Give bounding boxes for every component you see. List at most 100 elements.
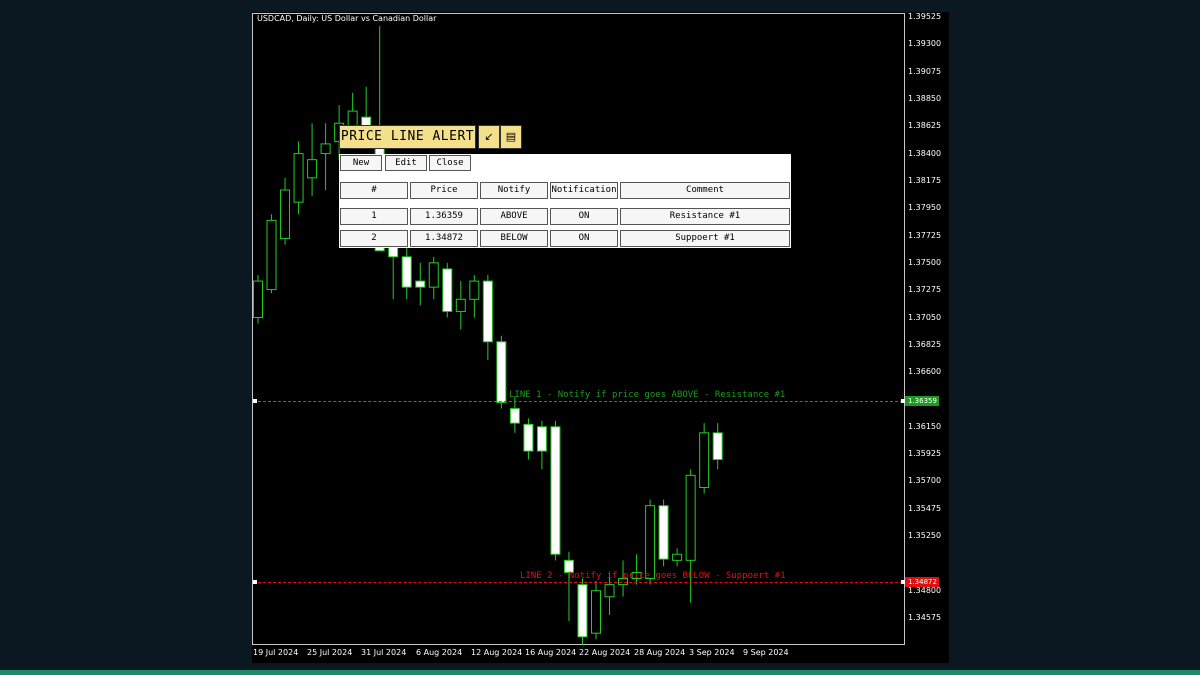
- header-number: #: [340, 182, 408, 199]
- candle: [536, 420, 547, 470]
- candle: [523, 418, 534, 460]
- alert-line-2-left-handle[interactable]: [253, 580, 257, 584]
- date-tick: 22 Aug 2024: [579, 648, 631, 657]
- alert-line-1-label: LINE 1 - Notify if price goes ABOVE - Re…: [509, 390, 786, 400]
- row-1-price[interactable]: 1.36359: [410, 208, 478, 225]
- date-tick: 9 Sep 2024: [743, 648, 789, 657]
- row-2-comment[interactable]: Suppoert #1: [620, 230, 790, 247]
- date-tick: 28 Aug 2024: [634, 648, 686, 657]
- close-button[interactable]: Close: [429, 155, 471, 171]
- candle: [550, 420, 561, 561]
- bull-candle-body: [604, 584, 615, 598]
- price-tick: 1.39075: [908, 66, 942, 76]
- minimize-icon[interactable]: ↙: [478, 125, 500, 149]
- price-tick: 1.37050: [908, 312, 942, 322]
- bull-candle-body: [428, 262, 439, 288]
- panel-title[interactable]: PRICE LINE ALERT: [339, 125, 476, 149]
- alert-line-1-price-tag: 1.36359: [905, 396, 939, 406]
- bear-candle-body: [482, 280, 493, 343]
- price-tick: 1.37500: [908, 257, 942, 267]
- row-2-notification[interactable]: ON: [550, 230, 618, 247]
- alert-line-2[interactable]: [253, 582, 903, 583]
- price-tick: 1.38175: [908, 175, 942, 185]
- bull-candle-body: [699, 432, 710, 488]
- date-tick: 25 Jul 2024: [307, 648, 353, 657]
- candle: [712, 423, 723, 470]
- row-1-notification[interactable]: ON: [550, 208, 618, 225]
- alert-line-2-label: LINE 2 - Notify if price goes BELOW - Su…: [520, 571, 786, 581]
- candle: [293, 141, 304, 215]
- candle: [280, 177, 291, 245]
- candle: [442, 262, 453, 318]
- header-price: Price: [410, 182, 478, 199]
- date-tick: 31 Jul 2024: [361, 648, 407, 657]
- candle: [563, 551, 574, 622]
- candle: [699, 423, 710, 494]
- candle: [672, 548, 683, 567]
- bear-candle-body: [577, 584, 588, 638]
- bull-candle-body: [293, 153, 304, 203]
- candle: [415, 262, 426, 306]
- price-tick: 1.35250: [908, 531, 942, 541]
- bull-candle-body: [685, 474, 696, 561]
- price-tick: 1.38850: [908, 93, 942, 103]
- bull-candle-body: [469, 280, 480, 300]
- candle: [482, 275, 493, 360]
- bear-candle-body: [496, 341, 507, 403]
- price-tick: 1.39525: [908, 12, 942, 21]
- edit-button[interactable]: Edit: [385, 155, 427, 171]
- date-tick: 19 Jul 2024: [253, 648, 299, 657]
- bear-candle-body: [550, 426, 561, 555]
- window-icon[interactable]: ▤: [500, 125, 522, 149]
- bull-candle-body: [307, 159, 318, 179]
- new-button[interactable]: New: [340, 155, 382, 171]
- candle: [577, 578, 588, 646]
- candle: [591, 580, 601, 640]
- alert-line-2-right-handle[interactable]: [901, 580, 905, 584]
- price-tick: 1.36825: [908, 339, 942, 349]
- price-tick: 1.35700: [908, 476, 942, 486]
- price-tick: 1.39300: [908, 39, 942, 49]
- bull-candle-body: [591, 590, 601, 634]
- row-2-number[interactable]: 2: [340, 230, 408, 247]
- candle: [496, 335, 507, 409]
- date-tick: 16 Aug 2024: [525, 648, 577, 657]
- bear-candle-body: [415, 280, 426, 288]
- price-tick: 1.37950: [908, 203, 942, 213]
- row-2-price[interactable]: 1.34872: [410, 230, 478, 247]
- alert-line-1-right-handle[interactable]: [901, 399, 905, 403]
- bottom-accent-bar: [0, 670, 1200, 675]
- alert-line-2-price-tag: 1.34872: [905, 577, 939, 587]
- date-tick: 6 Aug 2024: [416, 648, 463, 657]
- header-notification: Notification: [550, 182, 618, 199]
- price-tick: 1.38400: [908, 148, 942, 158]
- row-1-comment[interactable]: Resistance #1: [620, 208, 790, 225]
- bear-candle-body: [442, 268, 453, 312]
- header-comment: Comment: [620, 182, 790, 199]
- row-1-notify[interactable]: ABOVE: [480, 208, 548, 225]
- price-tick: 1.37275: [908, 285, 942, 295]
- candle: [658, 499, 669, 567]
- candle: [266, 214, 277, 294]
- row-1-number[interactable]: 1: [340, 208, 408, 225]
- price-tick: 1.36600: [908, 367, 942, 377]
- candle: [307, 123, 318, 197]
- date-tick: 3 Sep 2024: [689, 648, 735, 657]
- bull-candle-body: [645, 505, 656, 580]
- candle: [320, 123, 331, 191]
- candle: [428, 256, 439, 300]
- alert-line-1-left-handle[interactable]: [253, 399, 257, 403]
- bear-candle-body: [523, 423, 534, 452]
- chart-title: USDCAD, Daily: US Dollar vs Canadian Dol…: [257, 14, 437, 23]
- date-tick: 12 Aug 2024: [471, 648, 523, 657]
- bear-candle-body: [536, 426, 547, 452]
- bull-candle-body: [672, 553, 683, 561]
- price-tick: 1.36150: [908, 421, 942, 431]
- price-tick: 1.34575: [908, 613, 942, 622]
- alert-line-1[interactable]: [253, 401, 903, 402]
- bull-candle-body: [253, 280, 263, 318]
- price-tick: 1.38625: [908, 121, 942, 131]
- bear-candle-body: [509, 408, 520, 424]
- price-tick: 1.35475: [908, 503, 942, 513]
- row-2-notify[interactable]: BELOW: [480, 230, 548, 247]
